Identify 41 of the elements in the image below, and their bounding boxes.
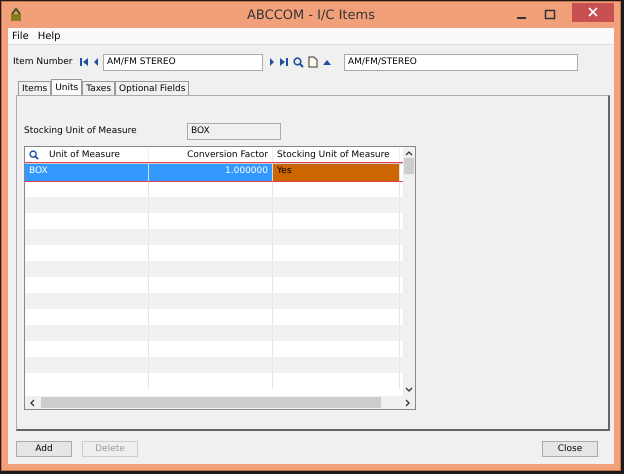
previous-icon[interactable] (93, 57, 99, 67)
tab[interactable]: Units (51, 79, 82, 95)
app-icon (8, 7, 24, 23)
menu-item[interactable]: File (12, 30, 29, 42)
search-icon[interactable] (293, 56, 304, 68)
column-header[interactable]: Unit of Measure (25, 147, 149, 163)
table-cell: BOX (25, 164, 149, 181)
horizontal-scrollbar[interactable] (25, 396, 415, 409)
field-label: Stocking Unit of Measure (24, 126, 138, 136)
description-field[interactable]: AM/FM/STEREO (344, 54, 578, 70)
collapse-icon[interactable] (322, 58, 332, 66)
search-icon[interactable] (29, 150, 39, 160)
scrollbar-thumb[interactable] (41, 397, 381, 408)
scroll-down-icon[interactable] (405, 387, 413, 393)
tab[interactable]: Optional Fields (115, 81, 190, 95)
scroll-up-icon[interactable] (405, 150, 413, 156)
scroll-left-icon[interactable] (29, 398, 35, 406)
table-row[interactable]: BOX 1.000000 Yes (25, 163, 403, 181)
tab[interactable]: Taxes (82, 81, 116, 95)
maximize-icon[interactable] (544, 9, 556, 21)
next-icon[interactable] (269, 57, 275, 67)
column-header[interactable]: Stocking Unit of Measure (273, 147, 400, 163)
dialog-button[interactable]: Close (542, 441, 598, 457)
vertical-scrollbar[interactable] (403, 147, 415, 396)
window-title: ABCCOM - I/C Items (247, 8, 375, 22)
dialog-button[interactable]: Add (16, 441, 72, 457)
first-record-icon[interactable] (79, 57, 89, 67)
scrollbar-thumb[interactable] (404, 158, 414, 174)
stocking-unit-field: BOX (187, 122, 281, 140)
new-document-icon[interactable] (308, 56, 318, 68)
table-cell: Yes (273, 164, 400, 181)
item-number-field[interactable]: AM/FM STEREO (103, 54, 263, 70)
tab[interactable]: Items (18, 81, 52, 95)
menu-item[interactable]: Help (38, 30, 61, 42)
close-button[interactable] (572, 2, 614, 22)
last-record-icon[interactable] (279, 57, 289, 67)
table-cell: 1.000000 (149, 164, 273, 181)
scroll-right-icon[interactable] (405, 398, 411, 406)
close-icon[interactable] (588, 7, 598, 17)
field-label: Item Number (13, 57, 74, 67)
column-header[interactable]: Conversion Factor (149, 147, 273, 163)
